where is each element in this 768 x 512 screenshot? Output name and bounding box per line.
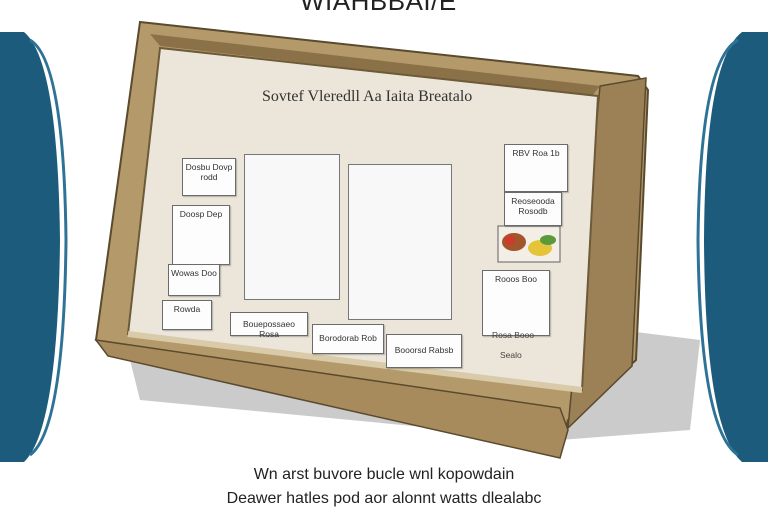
left-card-1-label: Dosbu Dovp rodd	[185, 162, 233, 182]
left-card-3-label: Wowas Doo	[171, 268, 217, 278]
bottom-card-2-label: Borodorab Rob	[319, 333, 377, 343]
bottom-card-1-label: Bouepossaeo Rosa	[243, 319, 295, 339]
food-tomato	[505, 235, 515, 245]
bottom-card-3-label: Booorsd Rabsb	[394, 345, 454, 355]
right-card-2: Reoseooda Rosodb	[504, 192, 562, 226]
page-title: WIAHBBAI/E	[300, 0, 457, 16]
right-card-3: Rooos Boo	[482, 270, 550, 336]
right-card-2-label: Reoseooda Rosodb	[511, 196, 555, 216]
left-card-4-label: Rowda	[173, 304, 201, 314]
left-card-2-label: Doosp Dep	[179, 209, 223, 219]
left-card-2: Doosp Dep	[172, 205, 230, 265]
bottom-card-1: Bouepossaeo Rosa	[230, 312, 308, 339]
right-card-1: RBV Roa 1b	[504, 144, 568, 192]
center-panel-right	[348, 164, 452, 320]
right-card-3-label: Rooos Boo	[494, 274, 538, 284]
caption-line-2: Deawer hatles pod aor alonnt watts dleal…	[226, 490, 542, 507]
bottom-card-2: Borodorab Rob	[312, 324, 384, 354]
food-greens	[540, 235, 556, 245]
board-title: Sovtef Vleredll Aa Iaita Breatalo	[262, 88, 473, 105]
right-note: Sealo	[500, 350, 522, 360]
center-panel-left	[244, 154, 340, 300]
right-blue-panel	[704, 32, 768, 462]
left-card-3: Wowas Doo	[168, 264, 220, 296]
left-blue-panel	[0, 32, 60, 462]
left-card-4: Rowda	[162, 300, 212, 330]
caption-line-1: Wn arst buvore bucle wnl kopowdain	[253, 466, 515, 483]
bottom-card-3: Booorsd Rabsb	[386, 334, 462, 368]
right-card-1-label: RBV Roa 1b	[512, 148, 560, 158]
left-card-1: Dosbu Dovp rodd	[182, 158, 236, 196]
right-card-4-label: Rosa Booo	[492, 330, 535, 340]
illustration-stage: WIAHBBAI/E Sovtef Vleredll Aa Iaita Brea…	[0, 0, 768, 512]
